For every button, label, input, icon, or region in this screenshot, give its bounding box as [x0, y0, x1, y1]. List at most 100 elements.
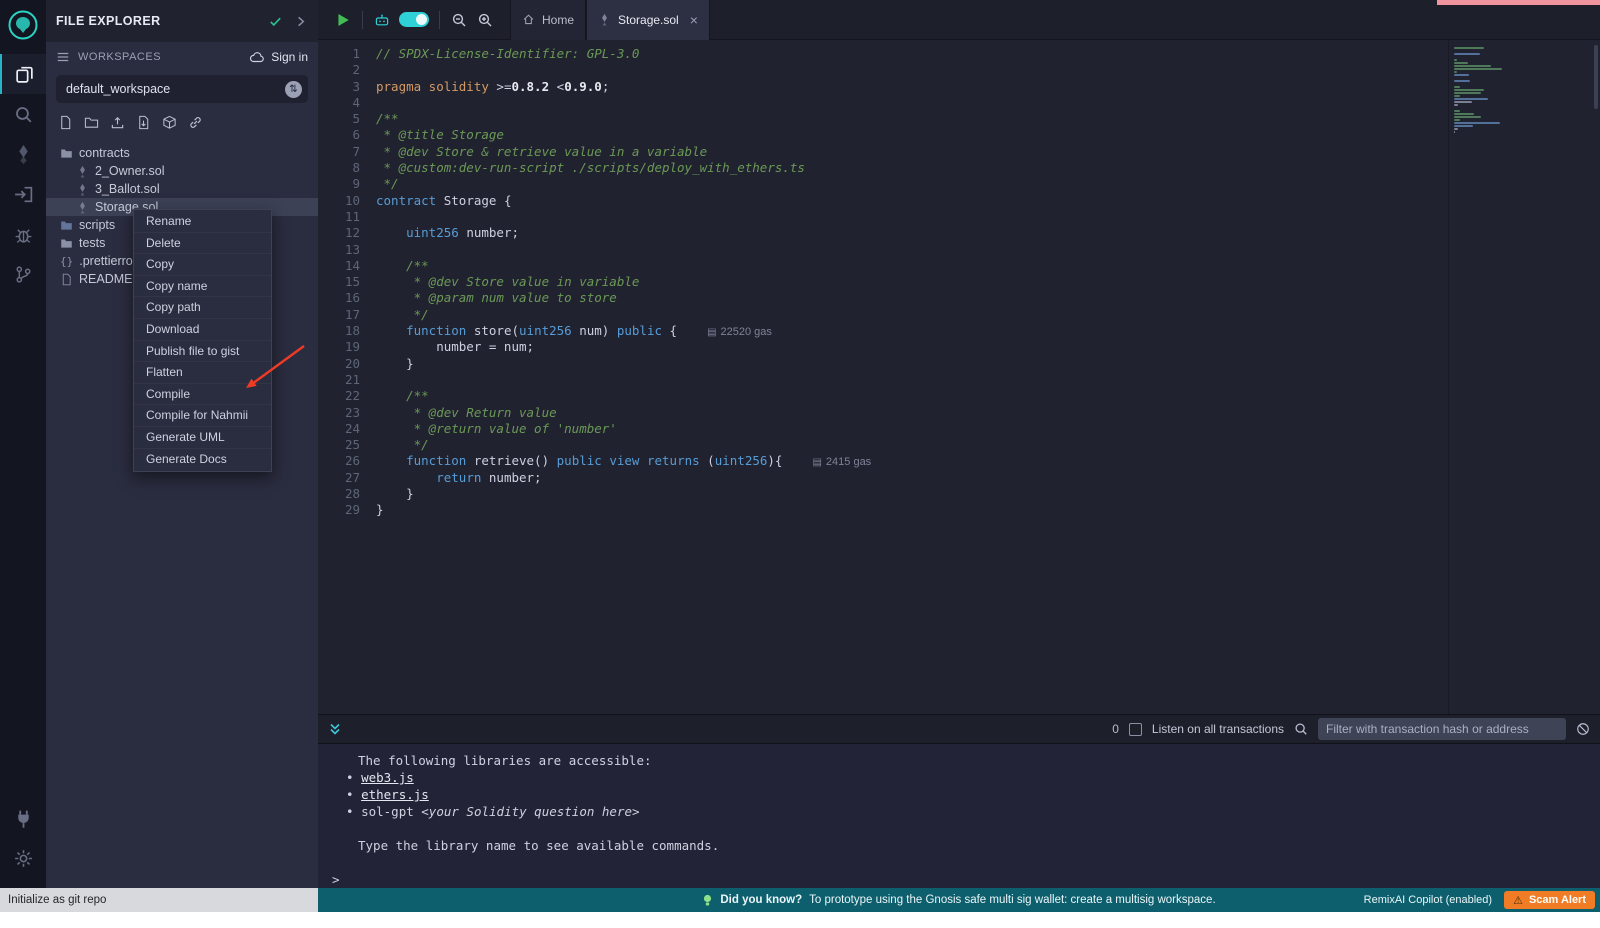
- activity-solidity-compiler[interactable]: [0, 134, 46, 174]
- activity-deploy-and-run[interactable]: [0, 174, 46, 214]
- gas-icon: ▤: [812, 457, 821, 468]
- terminal-output[interactable]: The following libraries are accessible:•…: [318, 744, 1600, 888]
- activity-settings[interactable]: [0, 838, 46, 878]
- line-number: 25: [318, 437, 360, 453]
- context-menu-item-compile[interactable]: Compile: [134, 384, 271, 406]
- code-line: */: [376, 437, 1600, 453]
- code-line: }: [376, 356, 1600, 372]
- terminal-link-ethers-js[interactable]: ethers.js: [361, 787, 429, 802]
- tree-item-label: 2_Owner.sol: [95, 164, 164, 178]
- code-content: // SPDX-License-Identifier: GPL-3.0 pragm…: [376, 46, 1600, 714]
- terminal-line: Type the library name to see available c…: [318, 837, 1600, 854]
- activity-debugger[interactable]: [0, 214, 46, 254]
- activity-plugin-manager[interactable]: [0, 798, 46, 838]
- terminal-line: [318, 854, 1600, 871]
- import-file-button[interactable]: [136, 115, 151, 135]
- activity-git[interactable]: [0, 254, 46, 294]
- tree-item-3-ballot-sol[interactable]: 3_Ballot.sol: [46, 180, 318, 198]
- workspace-switch-icon[interactable]: ⇅: [285, 81, 302, 98]
- context-menu-item-copy[interactable]: Copy: [134, 254, 271, 276]
- editor-toolbar: HomeStorage.sol×: [318, 0, 1600, 40]
- workspaces-label: WORKSPACES: [78, 51, 241, 63]
- remix-logo-icon[interactable]: [6, 8, 40, 42]
- context-menu-item-download[interactable]: Download: [134, 319, 271, 341]
- chevrons-down-icon[interactable]: [328, 722, 342, 736]
- editor-scrollbar[interactable]: [1594, 45, 1598, 109]
- scam-alert-badge[interactable]: ⚠ Scam Alert: [1504, 891, 1595, 909]
- new-file-icon: [58, 115, 73, 130]
- gas-estimate-badge: ▤22520 gas: [707, 326, 772, 338]
- new-file-button[interactable]: [58, 115, 73, 135]
- code-line: * @title Storage: [376, 127, 1600, 143]
- code-line: * @dev Return value: [376, 405, 1600, 421]
- code-line: [376, 209, 1600, 225]
- tree-item-contracts[interactable]: contracts: [46, 144, 318, 162]
- minimap-line: [1454, 62, 1468, 64]
- terminal-line: • ethers.js: [318, 786, 1600, 803]
- line-number: 7: [318, 144, 360, 160]
- activity-file-explorer[interactable]: [0, 54, 46, 94]
- solidity-compiler-icon: [13, 144, 34, 165]
- hamburger-icon[interactable]: [56, 50, 70, 64]
- code-line: // SPDX-License-Identifier: GPL-3.0: [376, 46, 1600, 62]
- tree-item-label: scripts: [79, 218, 115, 232]
- status-bar-teal: Did you know? To prototype using the Gno…: [318, 888, 1600, 912]
- debugger-icon: [13, 224, 34, 245]
- context-menu-item-copy-name[interactable]: Copy name: [134, 276, 271, 298]
- context-menu-item-flatten[interactable]: Flatten: [134, 362, 271, 384]
- line-number: 8: [318, 160, 360, 176]
- code-line: function retrieve() public view returns …: [376, 453, 1600, 469]
- toggle-knob: [416, 14, 427, 25]
- minimap-divider: [1448, 40, 1449, 714]
- context-menu-item-compile-for-nahmii[interactable]: Compile for Nahmii: [134, 405, 271, 427]
- copilot-status[interactable]: RemixAI Copilot (enabled): [1364, 894, 1492, 906]
- code-line: [376, 372, 1600, 388]
- transaction-filter-input[interactable]: [1318, 718, 1566, 740]
- context-menu-item-publish-file-to-gist[interactable]: Publish file to gist: [134, 341, 271, 363]
- chevron-right-icon[interactable]: [293, 14, 308, 29]
- ai-copilot-icon[interactable]: [369, 7, 395, 33]
- line-number: 14: [318, 258, 360, 274]
- check-icon: [268, 14, 283, 29]
- tree-item-2-owner-sol[interactable]: 2_Owner.sol: [46, 162, 318, 180]
- git-init-button[interactable]: Initialize as git repo: [0, 888, 318, 912]
- editor-area: HomeStorage.sol× 12345678910111213141516…: [318, 0, 1600, 888]
- workspace-select[interactable]: default_workspace ⇅: [56, 75, 308, 103]
- context-menu-item-delete[interactable]: Delete: [134, 233, 271, 255]
- code-line: number = num;: [376, 339, 1600, 355]
- terminal-link-web3-js[interactable]: web3.js: [361, 770, 414, 785]
- cube-button[interactable]: [162, 115, 177, 135]
- minimap-line: [1454, 47, 1484, 49]
- context-menu-item-rename[interactable]: Rename: [134, 211, 271, 233]
- clear-console-icon[interactable]: [1576, 722, 1590, 736]
- context-menu-item-generate-docs[interactable]: Generate Docs: [134, 449, 271, 471]
- code-editor[interactable]: 1234567891011121314151617181920212223242…: [318, 40, 1600, 714]
- activity-bar-items: [0, 54, 46, 294]
- browser-bottom-strip: [0, 912, 1600, 928]
- sign-in-label: Sign in: [271, 50, 308, 64]
- upload-file-button[interactable]: [110, 115, 125, 135]
- tree-item-label: .prettierro: [79, 254, 133, 268]
- code-line: pragma solidity >=0.8.2 <0.9.0;: [376, 79, 1600, 95]
- new-folder-button[interactable]: [84, 115, 99, 135]
- context-menu-item-generate-uml[interactable]: Generate UML: [134, 427, 271, 449]
- minimap-line: [1454, 113, 1474, 115]
- close-icon[interactable]: ×: [690, 13, 698, 27]
- sign-in-button[interactable]: Sign in: [249, 50, 308, 64]
- tab-storage-sol[interactable]: Storage.sol×: [586, 0, 710, 40]
- tab-home[interactable]: Home: [510, 0, 586, 40]
- zoom-in-icon[interactable]: [472, 7, 498, 33]
- zoom-out-icon[interactable]: [446, 7, 472, 33]
- link-button[interactable]: [188, 115, 203, 135]
- minimap[interactable]: [1454, 47, 1502, 133]
- copilot-toggle[interactable]: [399, 12, 429, 27]
- line-number: 28: [318, 486, 360, 502]
- search-icon[interactable]: [1294, 722, 1308, 736]
- context-menu-item-copy-path[interactable]: Copy path: [134, 297, 271, 319]
- run-script-button[interactable]: [330, 7, 356, 33]
- activity-search[interactable]: [0, 94, 46, 134]
- gas-icon: ▤: [707, 327, 716, 338]
- code-line: [376, 95, 1600, 111]
- listen-transactions-checkbox[interactable]: [1129, 723, 1142, 736]
- remix-ide-window: FILE EXPLORER WORKSPACES Sign in default…: [0, 0, 1600, 928]
